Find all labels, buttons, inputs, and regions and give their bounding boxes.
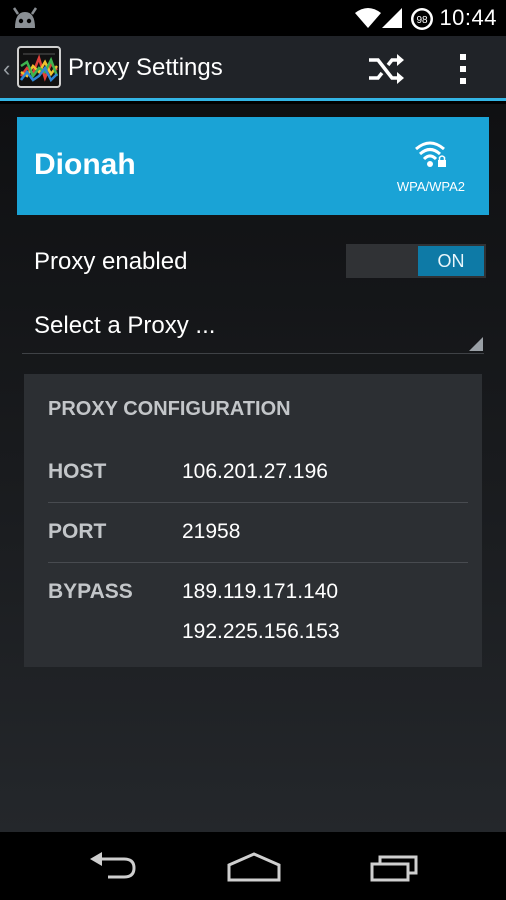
wifi-signal-icon — [355, 8, 381, 33]
action-bar-title: Proxy Settings — [68, 54, 223, 81]
wifi-network-card[interactable]: Dionah WPA/WPA2 — [17, 117, 489, 215]
proxy-configuration-panel: PROXY CONFIGURATION HOST 106.201.27.196 … — [24, 374, 482, 667]
toggle-on-label: ON — [418, 246, 484, 276]
back-icon[interactable] — [88, 852, 138, 887]
proxy-enabled-row: Proxy enabled ON — [0, 234, 506, 290]
status-time: 10:44 — [439, 5, 497, 30]
proxy-enabled-toggle[interactable]: ON — [346, 244, 486, 278]
overflow-menu-icon[interactable] — [456, 52, 470, 91]
shuffle-icon[interactable] — [366, 52, 406, 91]
config-divider — [48, 562, 468, 563]
battery-icon: 98 — [410, 7, 434, 36]
app-icon[interactable] — [17, 46, 61, 93]
recents-icon[interactable] — [370, 852, 420, 887]
select-proxy-label: Select a Proxy ... — [34, 312, 216, 339]
port-label: PORT — [48, 520, 107, 543]
battery-level-text: 98 — [416, 15, 428, 26]
config-divider — [48, 502, 468, 503]
proxy-enabled-label: Proxy enabled — [34, 248, 188, 275]
host-label: HOST — [48, 460, 107, 483]
home-icon[interactable] — [226, 852, 282, 887]
up-navigation-caret-icon[interactable]: ‹ — [3, 56, 10, 82]
navigation-bar — [0, 832, 506, 900]
bypass-value: 192.225.156.153 — [182, 620, 340, 643]
wifi-ssid: Dionah — [34, 148, 136, 181]
select-proxy-spinner[interactable]: Select a Proxy ... — [22, 300, 484, 354]
bypass-label: BYPASS — [48, 580, 133, 603]
host-value: 106.201.27.196 — [182, 460, 328, 483]
proxy-configuration-header: PROXY CONFIGURATION — [48, 398, 291, 420]
cyanogenmod-logo-icon — [10, 6, 40, 35]
port-value: 21958 — [182, 520, 241, 543]
cell-signal-icon — [382, 8, 402, 33]
action-bar: ‹ Proxy Settings — [0, 36, 506, 101]
spinner-corner-icon — [469, 337, 483, 351]
wifi-lock-icon — [413, 141, 447, 174]
bypass-value: 189.119.171.140 — [182, 580, 339, 603]
status-bar: 98 10:44 — [0, 0, 506, 36]
wifi-security-label: WPA/WPA2 — [396, 179, 465, 194]
content-area: Dionah WPA/WPA2 Proxy enabled ON Select … — [0, 104, 506, 832]
